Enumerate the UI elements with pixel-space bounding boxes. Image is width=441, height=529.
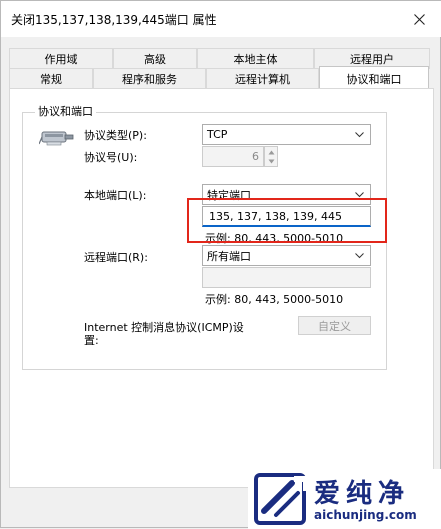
tab-local-principals[interactable]: 本地主体: [197, 48, 314, 69]
protocol-type-label: 协议类型(P):: [84, 129, 147, 142]
close-icon: [413, 13, 425, 25]
protocol-number-input[interactable]: 6: [202, 146, 264, 167]
icmp-label-line2: 置:: [84, 334, 99, 347]
title-bar: 关闭135,137,138,139,445端口 属性: [1, 1, 441, 37]
tab-scope[interactable]: 作用域: [9, 48, 113, 69]
network-cable-icon: [39, 131, 74, 146]
tab-protocols-ports[interactable]: 协议和端口: [319, 66, 429, 90]
watermark-brand: 爱纯净: [314, 479, 411, 509]
protocol-type-value: TCP: [207, 128, 228, 141]
tab-remote-computers[interactable]: 远程计算机: [206, 68, 319, 89]
stepper-down-icon: [268, 159, 275, 164]
remote-port-example: 示例: 80, 443, 5000-5010: [205, 293, 344, 306]
properties-dialog: 关闭135,137,138,139,445端口 属性 作用域 高级 本地主体 远…: [0, 0, 441, 529]
local-port-label: 本地端口(L):: [84, 189, 147, 202]
chevron-down-icon: [355, 132, 364, 138]
customize-button[interactable]: 自定义: [298, 316, 371, 335]
watermark: 爱纯净 aichunjing.com: [248, 469, 441, 529]
remote-port-input[interactable]: [202, 267, 371, 288]
remote-port-label: 远程端口(R):: [84, 251, 148, 264]
icmp-label-line1: Internet 控制消息协议(ICMP)设: [84, 321, 244, 334]
window-title: 关闭135,137,138,139,445端口 属性: [11, 13, 217, 27]
remote-port-value: 所有端口: [207, 249, 251, 263]
remote-port-select[interactable]: 所有端口: [202, 245, 371, 266]
protocol-number-value: 6: [252, 150, 259, 163]
group-title: 协议和端口: [35, 103, 96, 119]
brand-logo-icon: [254, 473, 308, 525]
tab-advanced[interactable]: 高级: [113, 48, 197, 69]
tab-row-bottom: 常规 程序和服务 远程计算机 协议和端口: [9, 66, 429, 90]
protocol-type-select[interactable]: TCP: [202, 124, 371, 145]
tab-general[interactable]: 常规: [9, 68, 93, 89]
protocol-number-label: 协议号(U):: [84, 151, 138, 164]
close-button[interactable]: [396, 1, 441, 37]
red-highlight-box: [187, 198, 387, 243]
watermark-url: aichunjing.com: [314, 508, 417, 522]
stepper-up-icon: [268, 150, 275, 155]
chevron-down-icon: [355, 253, 364, 259]
protocol-number-stepper[interactable]: [264, 146, 278, 167]
tab-programs-services[interactable]: 程序和服务: [93, 68, 206, 89]
